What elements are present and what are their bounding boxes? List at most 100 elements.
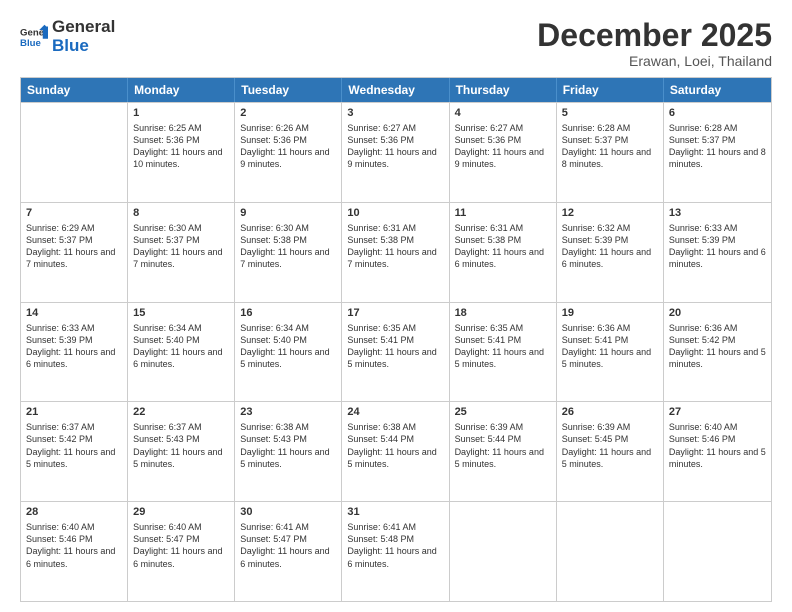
- day-number: 31: [347, 505, 443, 520]
- calendar-cell: 10Sunrise: 6:31 AMSunset: 5:38 PMDayligh…: [342, 203, 449, 302]
- cell-info: Sunrise: 6:39 AMSunset: 5:44 PMDaylight:…: [455, 421, 551, 470]
- cell-info: Sunrise: 6:40 AMSunset: 5:46 PMDaylight:…: [669, 421, 766, 470]
- calendar-cell: 8Sunrise: 6:30 AMSunset: 5:37 PMDaylight…: [128, 203, 235, 302]
- cell-info: Sunrise: 6:27 AMSunset: 5:36 PMDaylight:…: [455, 122, 551, 171]
- calendar-week-row: 21Sunrise: 6:37 AMSunset: 5:42 PMDayligh…: [21, 401, 771, 501]
- calendar-cell: 4Sunrise: 6:27 AMSunset: 5:36 PMDaylight…: [450, 103, 557, 202]
- day-number: 19: [562, 306, 658, 321]
- calendar-cell: 5Sunrise: 6:28 AMSunset: 5:37 PMDaylight…: [557, 103, 664, 202]
- day-number: 28: [26, 505, 122, 520]
- logo-general-text: General: [52, 18, 115, 37]
- calendar-cell: 18Sunrise: 6:35 AMSunset: 5:41 PMDayligh…: [450, 303, 557, 402]
- logo-icon: General Blue: [20, 23, 48, 51]
- calendar-cell: 28Sunrise: 6:40 AMSunset: 5:46 PMDayligh…: [21, 502, 128, 601]
- cell-info: Sunrise: 6:40 AMSunset: 5:47 PMDaylight:…: [133, 521, 229, 570]
- cell-info: Sunrise: 6:41 AMSunset: 5:47 PMDaylight:…: [240, 521, 336, 570]
- cell-info: Sunrise: 6:28 AMSunset: 5:37 PMDaylight:…: [669, 122, 766, 171]
- day-number: 9: [240, 206, 336, 221]
- cell-info: Sunrise: 6:28 AMSunset: 5:37 PMDaylight:…: [562, 122, 658, 171]
- day-number: 25: [455, 405, 551, 420]
- day-number: 26: [562, 405, 658, 420]
- calendar-header-day: Sunday: [21, 78, 128, 102]
- logo: General Blue General Blue: [20, 18, 115, 55]
- day-number: 18: [455, 306, 551, 321]
- calendar-cell: 7Sunrise: 6:29 AMSunset: 5:37 PMDaylight…: [21, 203, 128, 302]
- cell-info: Sunrise: 6:37 AMSunset: 5:43 PMDaylight:…: [133, 421, 229, 470]
- cell-info: Sunrise: 6:41 AMSunset: 5:48 PMDaylight:…: [347, 521, 443, 570]
- calendar-week-row: 7Sunrise: 6:29 AMSunset: 5:37 PMDaylight…: [21, 202, 771, 302]
- calendar-cell: 25Sunrise: 6:39 AMSunset: 5:44 PMDayligh…: [450, 402, 557, 501]
- day-number: 2: [240, 106, 336, 121]
- day-number: 16: [240, 306, 336, 321]
- cell-info: Sunrise: 6:34 AMSunset: 5:40 PMDaylight:…: [133, 322, 229, 371]
- day-number: 4: [455, 106, 551, 121]
- day-number: 24: [347, 405, 443, 420]
- calendar-header-row: SundayMondayTuesdayWednesdayThursdayFrid…: [21, 78, 771, 102]
- calendar-cell: 24Sunrise: 6:38 AMSunset: 5:44 PMDayligh…: [342, 402, 449, 501]
- day-number: 6: [669, 106, 766, 121]
- day-number: 22: [133, 405, 229, 420]
- cell-info: Sunrise: 6:36 AMSunset: 5:41 PMDaylight:…: [562, 322, 658, 371]
- calendar-cell: 9Sunrise: 6:30 AMSunset: 5:38 PMDaylight…: [235, 203, 342, 302]
- cell-info: Sunrise: 6:35 AMSunset: 5:41 PMDaylight:…: [455, 322, 551, 371]
- calendar-cell: 21Sunrise: 6:37 AMSunset: 5:42 PMDayligh…: [21, 402, 128, 501]
- cell-info: Sunrise: 6:30 AMSunset: 5:38 PMDaylight:…: [240, 222, 336, 271]
- cell-info: Sunrise: 6:36 AMSunset: 5:42 PMDaylight:…: [669, 322, 766, 371]
- calendar-cell: 20Sunrise: 6:36 AMSunset: 5:42 PMDayligh…: [664, 303, 771, 402]
- cell-info: Sunrise: 6:39 AMSunset: 5:45 PMDaylight:…: [562, 421, 658, 470]
- cell-info: Sunrise: 6:32 AMSunset: 5:39 PMDaylight:…: [562, 222, 658, 271]
- cell-info: Sunrise: 6:26 AMSunset: 5:36 PMDaylight:…: [240, 122, 336, 171]
- day-number: 10: [347, 206, 443, 221]
- cell-info: Sunrise: 6:30 AMSunset: 5:37 PMDaylight:…: [133, 222, 229, 271]
- cell-info: Sunrise: 6:37 AMSunset: 5:42 PMDaylight:…: [26, 421, 122, 470]
- calendar-cell: 19Sunrise: 6:36 AMSunset: 5:41 PMDayligh…: [557, 303, 664, 402]
- calendar-week-row: 1Sunrise: 6:25 AMSunset: 5:36 PMDaylight…: [21, 102, 771, 202]
- day-number: 13: [669, 206, 766, 221]
- day-number: 20: [669, 306, 766, 321]
- cell-info: Sunrise: 6:38 AMSunset: 5:44 PMDaylight:…: [347, 421, 443, 470]
- calendar-header-day: Friday: [557, 78, 664, 102]
- svg-text:Blue: Blue: [20, 37, 41, 48]
- day-number: 5: [562, 106, 658, 121]
- cell-info: Sunrise: 6:33 AMSunset: 5:39 PMDaylight:…: [26, 322, 122, 371]
- calendar-cell: 17Sunrise: 6:35 AMSunset: 5:41 PMDayligh…: [342, 303, 449, 402]
- calendar-cell: 3Sunrise: 6:27 AMSunset: 5:36 PMDaylight…: [342, 103, 449, 202]
- cell-info: Sunrise: 6:29 AMSunset: 5:37 PMDaylight:…: [26, 222, 122, 271]
- day-number: 27: [669, 405, 766, 420]
- day-number: 1: [133, 106, 229, 121]
- day-number: 11: [455, 206, 551, 221]
- title-section: December 2025 Erawan, Loei, Thailand: [537, 18, 772, 69]
- cell-info: Sunrise: 6:31 AMSunset: 5:38 PMDaylight:…: [455, 222, 551, 271]
- calendar-cell: 29Sunrise: 6:40 AMSunset: 5:47 PMDayligh…: [128, 502, 235, 601]
- location-subtitle: Erawan, Loei, Thailand: [537, 53, 772, 69]
- calendar-cell: 13Sunrise: 6:33 AMSunset: 5:39 PMDayligh…: [664, 203, 771, 302]
- calendar-cell: 12Sunrise: 6:32 AMSunset: 5:39 PMDayligh…: [557, 203, 664, 302]
- logo-blue-text: Blue: [52, 37, 115, 56]
- calendar-cell: 27Sunrise: 6:40 AMSunset: 5:46 PMDayligh…: [664, 402, 771, 501]
- day-number: 17: [347, 306, 443, 321]
- day-number: 3: [347, 106, 443, 121]
- month-title: December 2025: [537, 18, 772, 53]
- day-number: 29: [133, 505, 229, 520]
- day-number: 23: [240, 405, 336, 420]
- calendar-week-row: 28Sunrise: 6:40 AMSunset: 5:46 PMDayligh…: [21, 501, 771, 601]
- cell-info: Sunrise: 6:25 AMSunset: 5:36 PMDaylight:…: [133, 122, 229, 171]
- calendar-cell: 1Sunrise: 6:25 AMSunset: 5:36 PMDaylight…: [128, 103, 235, 202]
- calendar-cell: 2Sunrise: 6:26 AMSunset: 5:36 PMDaylight…: [235, 103, 342, 202]
- calendar-cell: 31Sunrise: 6:41 AMSunset: 5:48 PMDayligh…: [342, 502, 449, 601]
- calendar-header-day: Tuesday: [235, 78, 342, 102]
- calendar-header-day: Saturday: [664, 78, 771, 102]
- day-number: 8: [133, 206, 229, 221]
- cell-info: Sunrise: 6:34 AMSunset: 5:40 PMDaylight:…: [240, 322, 336, 371]
- calendar: SundayMondayTuesdayWednesdayThursdayFrid…: [20, 77, 772, 602]
- day-number: 15: [133, 306, 229, 321]
- cell-info: Sunrise: 6:31 AMSunset: 5:38 PMDaylight:…: [347, 222, 443, 271]
- cell-info: Sunrise: 6:40 AMSunset: 5:46 PMDaylight:…: [26, 521, 122, 570]
- calendar-cell: 23Sunrise: 6:38 AMSunset: 5:43 PMDayligh…: [235, 402, 342, 501]
- day-number: 12: [562, 206, 658, 221]
- calendar-cell: 16Sunrise: 6:34 AMSunset: 5:40 PMDayligh…: [235, 303, 342, 402]
- calendar-cell: 14Sunrise: 6:33 AMSunset: 5:39 PMDayligh…: [21, 303, 128, 402]
- cell-info: Sunrise: 6:38 AMSunset: 5:43 PMDaylight:…: [240, 421, 336, 470]
- day-number: 30: [240, 505, 336, 520]
- calendar-cell: 11Sunrise: 6:31 AMSunset: 5:38 PMDayligh…: [450, 203, 557, 302]
